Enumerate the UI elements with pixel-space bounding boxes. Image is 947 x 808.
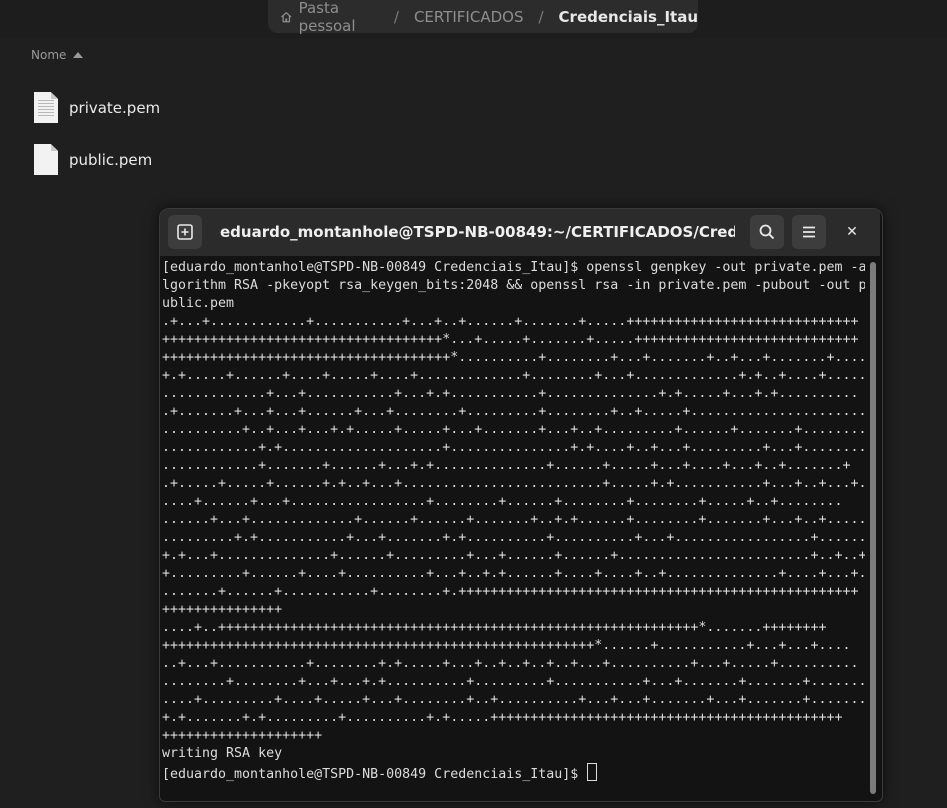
file-name: private.pem xyxy=(69,98,161,117)
terminal-line: ....+..+++++++++++++++++++++++++++++++++… xyxy=(162,620,827,635)
breadcrumb-home[interactable]: Pasta pessoal xyxy=(280,0,379,35)
terminal-line: +.........+......+....+..........+...+..… xyxy=(162,566,865,581)
breadcrumb: Pasta pessoal / CERTIFICADOS / Credencia… xyxy=(268,0,698,35)
column-header-label: Nome xyxy=(31,48,67,62)
breadcrumb-separator: / xyxy=(538,7,544,26)
terminal-line: ++++++++++++++++++++ xyxy=(162,728,323,743)
terminal-line: +.+.......+.+.........+..........+.+....… xyxy=(162,710,843,725)
terminal-prompt: [eduardo_montanhole@TSPD-NB-00849 Creden… xyxy=(162,767,587,782)
terminal-line: writing RSA key xyxy=(162,746,283,761)
file-manager-header: Pasta pessoal / CERTIFICADOS / Credencia… xyxy=(0,0,947,38)
terminal-line: ++++++++++++++++++++++++++++++++++++++++… xyxy=(162,638,851,653)
hamburger-menu-icon xyxy=(803,226,815,238)
blank-file-icon xyxy=(34,144,58,175)
terminal-line: .+.....+.....+......+.+..+...+..........… xyxy=(162,476,865,491)
terminal-line: .......+......+...........+........+.+++… xyxy=(162,584,859,599)
terminal-line: ......+...+.............+......+......+.… xyxy=(162,512,865,527)
terminal-scrollbar[interactable] xyxy=(870,262,876,794)
column-header-name[interactable]: Nome xyxy=(31,48,84,62)
terminal-line: ++++++++++++++++++++++++++++++++++++*...… xyxy=(162,350,865,365)
breadcrumb-current[interactable]: Credenciais_Itau xyxy=(559,8,698,26)
terminal-line: .+.......+...+...+......+...+........+..… xyxy=(162,404,865,419)
file-item-private-pem[interactable]: private.pem xyxy=(34,92,160,123)
terminal-line: [eduardo_montanhole@TSPD-NB-00849 Creden… xyxy=(162,260,865,275)
terminal-line: ....+......+...+.................+......… xyxy=(162,494,843,509)
search-icon xyxy=(759,224,775,240)
terminal-title: eduardo_montanhole@TSPD-NB-00849:~/CERTI… xyxy=(220,223,735,241)
terminal-line: .........+.+...........+...+.......+.+..… xyxy=(162,530,865,545)
new-tab-button[interactable] xyxy=(168,215,202,249)
terminal-window[interactable]: eduardo_montanhole@TSPD-NB-00849:~/CERTI… xyxy=(159,208,883,802)
terminal-line: ............+.......+......+...+.+......… xyxy=(162,458,851,473)
terminal-line: +++++++++++++++ xyxy=(162,602,283,617)
close-button[interactable]: ✕ xyxy=(840,220,864,244)
close-icon: ✕ xyxy=(846,224,858,240)
terminal-line: .+...+............+...........+...+..+..… xyxy=(162,314,859,329)
terminal-line: ublic.pem xyxy=(162,296,235,311)
new-tab-icon xyxy=(177,224,193,240)
terminal-titlebar: eduardo_montanhole@TSPD-NB-00849:~/CERTI… xyxy=(160,209,880,256)
text-cursor xyxy=(587,763,598,781)
terminal-line: ..+...+...........+........+.+.....+...+… xyxy=(162,656,859,671)
terminal-line: ........+........+...+...+.+..........+.… xyxy=(162,674,865,689)
terminal-prompt-line[interactable]: [eduardo_montanhole@TSPD-NB-00849 Creden… xyxy=(162,763,865,782)
terminal-line: ....+.........+....+.....+...+........+.… xyxy=(162,692,865,707)
terminal-line: lgorithm RSA -pkeyopt rsa_keygen_bits:20… xyxy=(162,278,865,293)
terminal-output[interactable]: [eduardo_montanhole@TSPD-NB-00849 Creden… xyxy=(160,257,865,799)
terminal-line: .............+...+...........+...+.+....… xyxy=(162,386,859,401)
text-file-icon xyxy=(34,92,58,123)
terminal-line: +.+.....+......+....+.....+....+........… xyxy=(162,368,865,383)
menu-button[interactable] xyxy=(792,215,826,249)
terminal-line: ............+.+....................+....… xyxy=(162,440,865,455)
search-button[interactable] xyxy=(750,215,784,249)
sort-ascending-icon xyxy=(73,52,84,58)
file-item-public-pem[interactable]: public.pem xyxy=(34,144,152,175)
terminal-line: +++++++++++++++++++++++++++++++++++*...+… xyxy=(162,332,859,347)
terminal-line: ..........+..+...+...+.+.....+.....+...+… xyxy=(162,422,865,437)
home-icon xyxy=(281,11,292,22)
breadcrumb-home-label: Pasta pessoal xyxy=(298,0,356,35)
terminal-line: +.+...+..............+......+.........+.… xyxy=(162,548,865,563)
file-name: public.pem xyxy=(69,150,153,169)
breadcrumb-separator: / xyxy=(393,7,399,26)
breadcrumb-certificados[interactable]: CERTIFICADOS xyxy=(414,8,524,26)
